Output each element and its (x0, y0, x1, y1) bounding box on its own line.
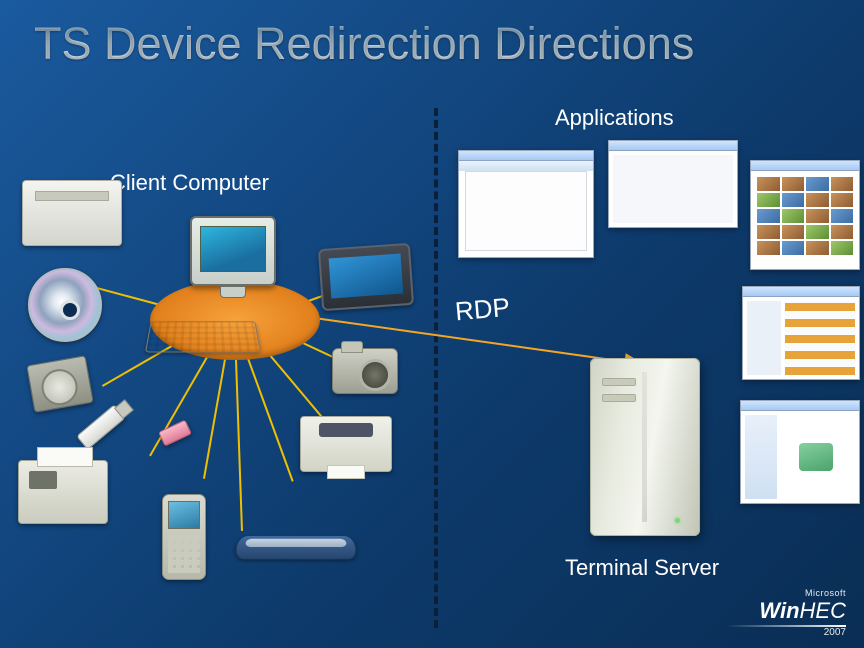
keyboard-icon (145, 321, 261, 352)
flatbed-scanner-icon (233, 535, 358, 559)
desktop-monitor-icon (190, 216, 276, 286)
monitor-stand-icon (220, 286, 246, 298)
tablet-pda-icon (318, 243, 414, 311)
company-label: Microsoft (726, 588, 846, 598)
word-processor-window-icon (458, 150, 594, 258)
inkjet-printer-icon (300, 416, 392, 472)
system-properties-window-icon (740, 400, 860, 504)
hard-disk-drive-icon (26, 355, 93, 413)
year-label: 2007 (726, 627, 846, 638)
laser-printer-icon (22, 180, 122, 246)
file-explorer-window-icon (608, 140, 738, 228)
client-computer-label: Client Computer (110, 170, 269, 196)
brand-prefix: Win (759, 598, 799, 623)
optical-disc-icon (28, 268, 102, 342)
device-spoke (234, 331, 243, 531)
media-player-window-icon (742, 286, 860, 380)
vertical-divider (434, 108, 438, 628)
terminal-server-icon (590, 358, 700, 536)
terminal-server-label: Terminal Server (565, 555, 719, 581)
brand-label: WinHEC (726, 598, 846, 624)
usb-flash-drive-icon (76, 404, 126, 450)
rdp-protocol-label: RDP (454, 292, 511, 328)
usb-dongle-icon (158, 419, 192, 446)
smartphone-icon (162, 494, 206, 580)
brand-suffix: HEC (800, 598, 846, 623)
digital-camera-icon (332, 348, 398, 394)
photo-gallery-window-icon (750, 160, 860, 270)
fax-machine-icon (18, 460, 108, 524)
applications-label: Applications (555, 105, 674, 131)
winhec-logo: Microsoft WinHEC 2007 (726, 588, 846, 638)
slide-title: TS Device Redirection Directions (34, 20, 694, 67)
